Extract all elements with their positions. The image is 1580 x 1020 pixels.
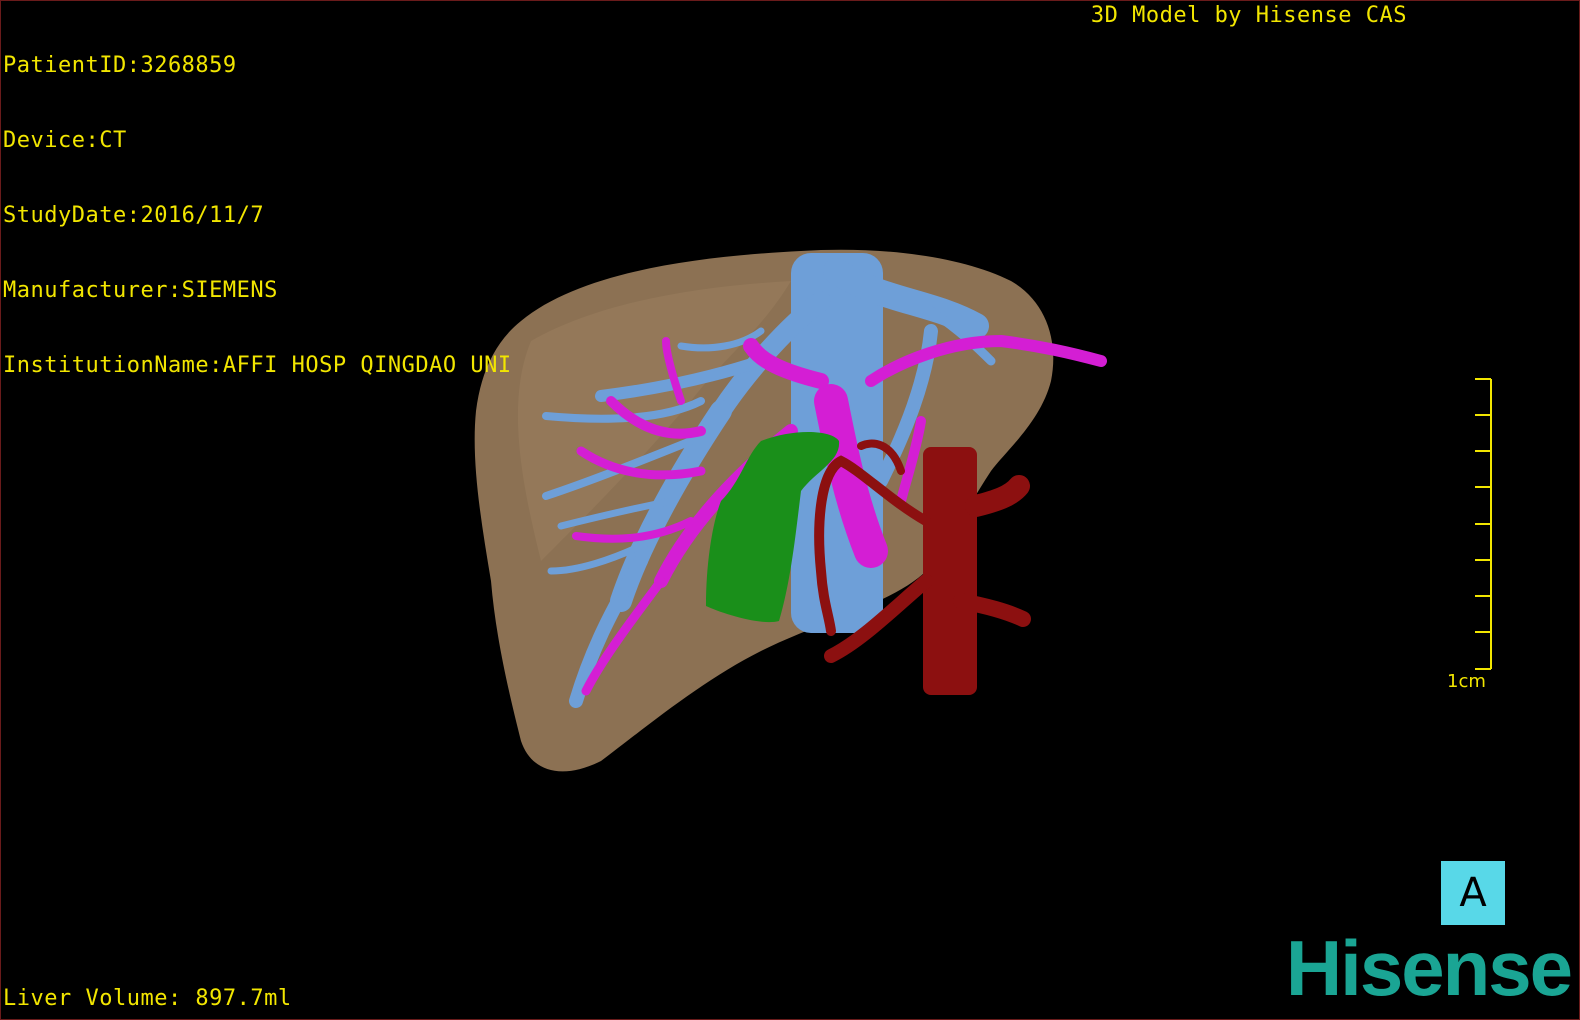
3d-viewport[interactable]: PatientID:3268859 Device:CT StudyDate:20… <box>0 0 1580 1020</box>
scale-label: 1cm <box>1447 671 1486 692</box>
manufacturer: Manufacturer:SIEMENS <box>3 278 278 303</box>
device: Device:CT <box>3 128 127 153</box>
orientation-indicator[interactable]: A <box>1441 861 1505 925</box>
patient-info-panel: PatientID:3268859 Device:CT StudyDate:20… <box>3 3 512 428</box>
liver-volume: Liver Volume: 897.7ml <box>3 986 292 1011</box>
scale-ruler <box>1475 378 1492 670</box>
model-caption: 3D Model by Hisense CAS <box>1090 3 1407 28</box>
study-date: StudyDate:2016/11/7 <box>3 203 265 228</box>
institution-name: InstitutionName:AFFI HOSP QINGDAO UNI <box>3 353 512 378</box>
hisense-logo: Hisense <box>1285 924 1573 1012</box>
patient-id: PatientID:3268859 <box>3 53 237 78</box>
